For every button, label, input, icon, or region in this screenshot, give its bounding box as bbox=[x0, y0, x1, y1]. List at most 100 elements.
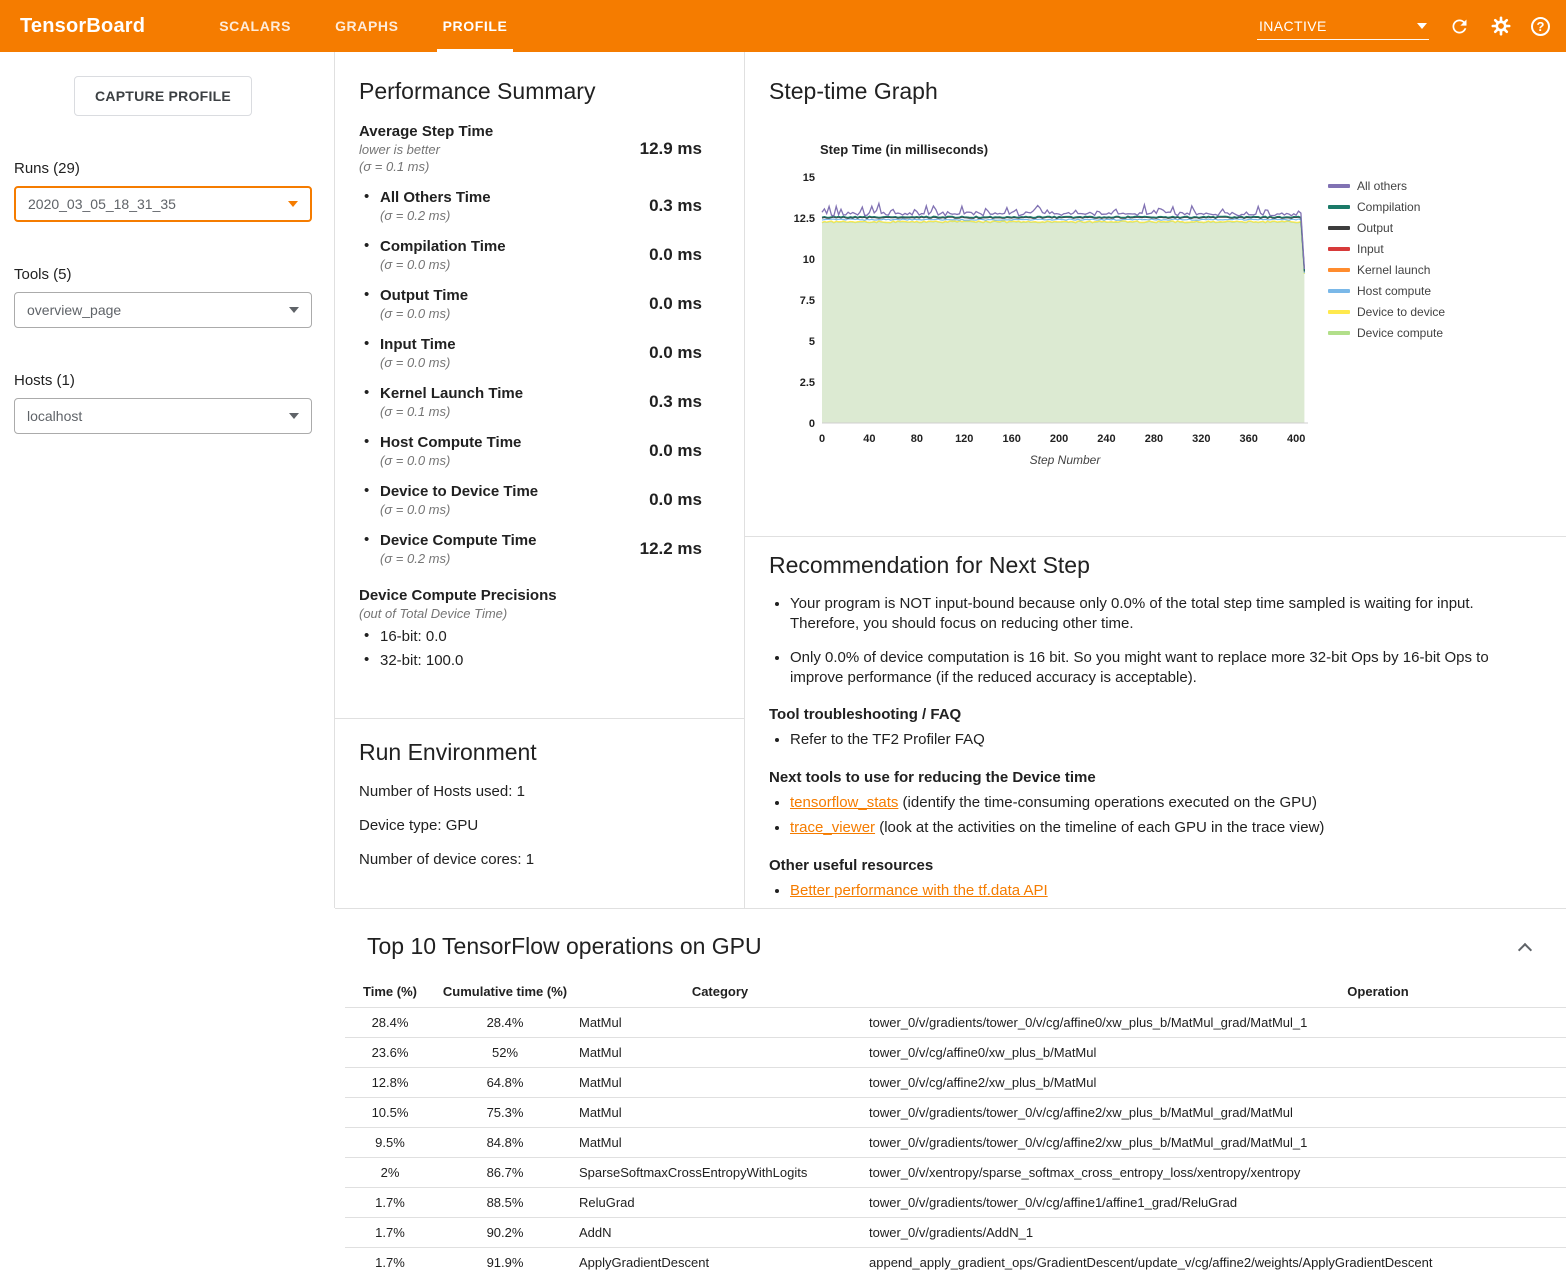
table-row: 10.5%75.3%MatMultower_0/v/gradients/towe… bbox=[345, 1098, 1566, 1128]
runs-dropdown[interactable]: 2020_03_05_18_31_35 bbox=[14, 186, 312, 222]
svg-text:10: 10 bbox=[803, 254, 815, 266]
tools-dropdown[interactable]: overview_page bbox=[14, 292, 312, 328]
op-cumulative: 64.8% bbox=[435, 1068, 575, 1098]
table-row: 2%86.7%SparseSoftmaxCrossEntropyWithLogi… bbox=[345, 1158, 1566, 1188]
run-environment-title: Run Environment bbox=[359, 739, 720, 766]
legend-swatch bbox=[1328, 331, 1350, 335]
op-category: MatMul bbox=[575, 1008, 865, 1038]
op-cumulative: 75.3% bbox=[435, 1098, 575, 1128]
op-cumulative: 84.8% bbox=[435, 1128, 575, 1158]
other-resources-list: Better performance with the tf.data API bbox=[769, 881, 1526, 901]
metric-row: Device Compute Time(σ = 0.2 ms) 12.2 ms bbox=[359, 532, 702, 566]
legend-swatch bbox=[1328, 184, 1350, 188]
svg-text:360: 360 bbox=[1240, 433, 1258, 445]
svg-text:0: 0 bbox=[809, 418, 815, 430]
op-time: 10.5% bbox=[345, 1098, 435, 1128]
table-row: 1.7%88.5%ReluGradtower_0/v/gradients/tow… bbox=[345, 1188, 1566, 1218]
collapse-button[interactable] bbox=[1514, 939, 1536, 961]
hosts-dropdown[interactable]: localhost bbox=[14, 398, 312, 434]
op-time: 1.7% bbox=[345, 1188, 435, 1218]
metric-row: Device to Device Time(σ = 0.0 ms) 0.0 ms bbox=[359, 483, 702, 517]
device-cores: Number of device cores: 1 bbox=[359, 851, 720, 868]
op-cumulative: 90.2% bbox=[435, 1218, 575, 1248]
trace-viewer-link[interactable]: trace_viewer bbox=[790, 819, 875, 836]
tfdata-performance-link[interactable]: Better performance with the tf.data API bbox=[790, 882, 1048, 899]
op-time: 12.8% bbox=[345, 1068, 435, 1098]
svg-text:2.5: 2.5 bbox=[800, 377, 815, 389]
tab-profile[interactable]: PROFILE bbox=[421, 0, 530, 52]
op-cumulative: 91.9% bbox=[435, 1248, 575, 1275]
svg-text:40: 40 bbox=[863, 433, 875, 445]
op-time: 2% bbox=[345, 1158, 435, 1188]
op-name: append_apply_gradient_ops/GradientDescen… bbox=[865, 1248, 1566, 1275]
legend-swatch bbox=[1328, 226, 1350, 230]
metric-row: Host Compute Time(σ = 0.0 ms) 0.0 ms bbox=[359, 434, 702, 468]
col-category: Category bbox=[575, 976, 865, 1008]
tensorflow-stats-link[interactable]: tensorflow_stats bbox=[790, 794, 898, 811]
refresh-icon[interactable] bbox=[1447, 14, 1471, 38]
settings-gear-icon[interactable] bbox=[1489, 14, 1513, 38]
op-category: MatMul bbox=[575, 1128, 865, 1158]
performance-summary-card: Performance Summary Average Step Time lo… bbox=[335, 52, 744, 719]
op-name: tower_0/v/xentropy/sparse_softmax_cross_… bbox=[865, 1158, 1566, 1188]
tab-graphs[interactable]: GRAPHS bbox=[313, 0, 421, 52]
legend-swatch bbox=[1328, 247, 1350, 251]
svg-text:80: 80 bbox=[911, 433, 923, 445]
op-cumulative: 88.5% bbox=[435, 1188, 575, 1218]
op-cumulative: 52% bbox=[435, 1038, 575, 1068]
svg-text:5: 5 bbox=[809, 336, 815, 348]
metric-row: All Others Time(σ = 0.2 ms) 0.3 ms bbox=[359, 189, 702, 223]
legend-swatch bbox=[1328, 289, 1350, 293]
legend-item: Input bbox=[1328, 238, 1445, 259]
svg-text:0: 0 bbox=[819, 433, 825, 445]
faq-list: Refer to the TF2 Profiler FAQ bbox=[769, 730, 1526, 750]
svg-text:160: 160 bbox=[1002, 433, 1020, 445]
op-name: tower_0/v/gradients/tower_0/v/cg/affine0… bbox=[865, 1008, 1566, 1038]
legend-item: Kernel launch bbox=[1328, 259, 1445, 280]
runs-label: Runs (29) bbox=[14, 160, 312, 177]
tensorboard-profile-page: { "header": { "title": "TensorBoard", "t… bbox=[0, 0, 1566, 1275]
svg-text:320: 320 bbox=[1192, 433, 1210, 445]
sidebar: CAPTURE PROFILE Runs (29) 2020_03_05_18_… bbox=[0, 52, 335, 908]
chevron-down-icon bbox=[1417, 23, 1427, 29]
op-name: tower_0/v/gradients/AddN_1 bbox=[865, 1218, 1566, 1248]
capture-profile-button[interactable]: CAPTURE PROFILE bbox=[74, 76, 252, 116]
col-operation: Operation bbox=[865, 976, 1566, 1008]
main-content: Performance Summary Average Step Time lo… bbox=[335, 52, 1566, 1275]
legend-item: Device to device bbox=[1328, 301, 1445, 322]
next-tools-list: tensorflow_stats (identify the time-cons… bbox=[769, 793, 1526, 838]
tab-scalars[interactable]: SCALARS bbox=[197, 0, 313, 52]
op-category: SparseSoftmaxCrossEntropyWithLogits bbox=[575, 1158, 865, 1188]
status-dropdown[interactable]: INACTIVE bbox=[1257, 13, 1429, 40]
runs-dropdown-value: 2020_03_05_18_31_35 bbox=[28, 196, 176, 212]
op-category: AddN bbox=[575, 1218, 865, 1248]
legend-item: Host compute bbox=[1328, 280, 1445, 301]
op-time: 1.7% bbox=[345, 1248, 435, 1275]
next-tools-item: tensorflow_stats (identify the time-cons… bbox=[790, 793, 1526, 813]
chevron-down-icon bbox=[289, 307, 299, 313]
svg-text:Step Number: Step Number bbox=[1030, 453, 1102, 467]
average-step-time-value: 12.9 ms bbox=[640, 139, 702, 159]
svg-text:400: 400 bbox=[1287, 433, 1305, 445]
op-category: ReluGrad bbox=[575, 1188, 865, 1218]
chart-title: Step Time (in milliseconds) bbox=[820, 142, 1566, 157]
tools-dropdown-value: overview_page bbox=[27, 302, 121, 318]
legend-item: Output bbox=[1328, 217, 1445, 238]
svg-text:7.5: 7.5 bbox=[800, 295, 815, 307]
op-category: MatMul bbox=[575, 1038, 865, 1068]
recommendation-title: Recommendation for Next Step bbox=[769, 552, 1526, 579]
recommendation-bullet: Only 0.0% of device computation is 16 bi… bbox=[790, 648, 1526, 687]
step-time-chart: 02.557.51012.515040801201602002402803203… bbox=[786, 161, 1316, 473]
svg-text:120: 120 bbox=[955, 433, 973, 445]
top-ops-table: Time (%) Cumulative time (%) Category Op… bbox=[345, 976, 1566, 1275]
svg-text:15: 15 bbox=[803, 172, 815, 184]
legend-item: Compilation bbox=[1328, 196, 1445, 217]
top-ops-title: Top 10 TensorFlow operations on GPU bbox=[367, 933, 1566, 960]
help-icon[interactable]: ? bbox=[1531, 17, 1550, 36]
nav-tabs: SCALARS GRAPHS PROFILE bbox=[197, 0, 529, 52]
col-cumulative: Cumulative time (%) bbox=[435, 976, 575, 1008]
summary-column: Performance Summary Average Step Time lo… bbox=[335, 52, 745, 908]
chart-legend: All others Compilation Output Input Kern… bbox=[1328, 175, 1445, 473]
table-row: 1.7%90.2%AddNtower_0/v/gradients/AddN_1 bbox=[345, 1218, 1566, 1248]
table-row: 1.7%91.9%ApplyGradientDescentappend_appl… bbox=[345, 1248, 1566, 1275]
